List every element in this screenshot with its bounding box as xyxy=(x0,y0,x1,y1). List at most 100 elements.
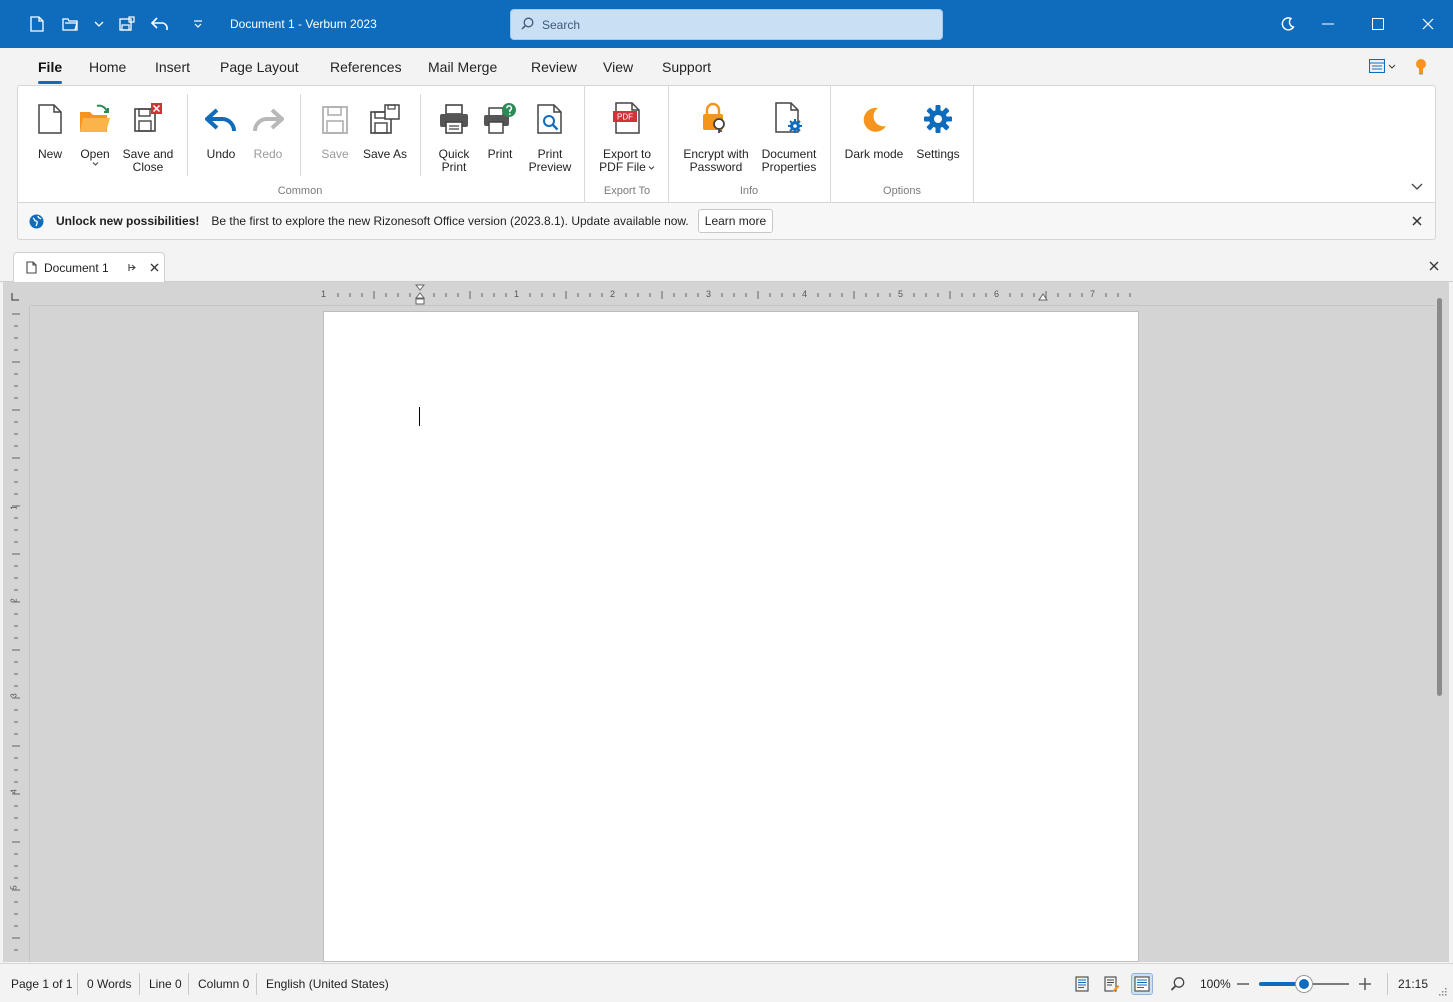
ruler-label: 4 xyxy=(9,789,19,794)
tab-insert[interactable]: Insert xyxy=(155,59,190,75)
document-page[interactable] xyxy=(323,311,1139,962)
dark-mode-button[interactable]: Dark mode xyxy=(842,98,906,161)
open-folder-icon xyxy=(80,104,110,132)
collapse-ribbon-icon[interactable] xyxy=(1411,179,1423,193)
ruler-label: 6 xyxy=(994,289,1000,299)
minimize-icon[interactable] xyxy=(1316,12,1340,36)
ribbon-layout-icon xyxy=(1369,59,1385,73)
document-settings-icon xyxy=(775,102,802,133)
ribbon-separator xyxy=(300,94,301,176)
close-notification-icon[interactable] xyxy=(1412,215,1422,229)
document-tab[interactable]: Document 1 xyxy=(13,252,165,282)
right-indent-marker-icon[interactable] xyxy=(1038,291,1048,301)
printer-icon xyxy=(440,104,468,134)
close-tab-icon[interactable] xyxy=(150,263,159,272)
new-document-icon xyxy=(38,104,62,134)
vertical-ruler-scale xyxy=(12,313,20,951)
vertical-scrollbar[interactable] xyxy=(1437,298,1442,696)
ruler-label: 5 xyxy=(898,289,904,299)
pin-icon[interactable] xyxy=(126,262,137,273)
status-bar: Page 1 of 1 0 Words Line 0 Column 0 Engl… xyxy=(0,963,1453,1002)
customize-quick-access-icon[interactable] xyxy=(186,12,210,36)
lock-key-icon xyxy=(703,102,725,133)
redo-button[interactable]: Redo xyxy=(250,98,286,161)
notification-message: Be the first to explore the new Rizoneso… xyxy=(211,214,689,228)
lightbulb-icon[interactable] xyxy=(1415,58,1427,78)
page-count: Page 1 of 1 xyxy=(11,977,73,991)
resize-grip-icon[interactable] xyxy=(1437,988,1447,998)
language-indicator[interactable]: English (United States) xyxy=(266,977,389,991)
document-properties-button[interactable]: Document Properties xyxy=(756,98,822,174)
redo-label: Redo xyxy=(253,147,283,161)
tab-view[interactable]: View xyxy=(603,59,633,75)
open-button[interactable]: Open xyxy=(76,98,114,166)
learn-more-button[interactable]: Learn more xyxy=(697,209,774,233)
chevron-down-icon[interactable] xyxy=(87,12,111,36)
dark-mode-toggle-icon[interactable] xyxy=(1276,12,1300,36)
save-as-icon xyxy=(370,104,400,134)
update-notification-bar: Unlock new possibilities! Be the first t… xyxy=(17,203,1436,240)
print-button[interactable]: Print xyxy=(482,98,518,161)
status-divider xyxy=(139,973,140,995)
open-label: Open xyxy=(80,147,110,161)
tab-support[interactable]: Support xyxy=(662,59,711,75)
group-separator xyxy=(830,86,831,202)
zoom-level[interactable]: 100% xyxy=(1200,977,1231,991)
open-folder-icon[interactable] xyxy=(58,12,82,36)
chevron-down-icon xyxy=(1388,64,1396,69)
tab-file[interactable]: File xyxy=(38,59,63,84)
ribbon-display-options-button[interactable] xyxy=(1369,59,1396,73)
save-as-button[interactable]: Save As xyxy=(362,98,408,161)
close-window-icon[interactable] xyxy=(1416,12,1440,36)
save-button[interactable]: Save xyxy=(317,98,353,161)
settings-button[interactable]: Settings xyxy=(910,98,966,161)
quick-print-button[interactable]: Quick Print xyxy=(434,98,474,174)
simple-view-icon[interactable] xyxy=(1131,973,1153,995)
ruler-label: 1 xyxy=(321,289,327,299)
vertical-ruler[interactable]: 1 2 3 4 5 xyxy=(3,306,30,962)
print-layout-view-icon[interactable] xyxy=(1071,973,1093,995)
ribbon-tabs: File Home Insert Page Layout References … xyxy=(0,48,1453,86)
tab-review[interactable]: Review xyxy=(531,59,577,75)
print-label: Print xyxy=(487,147,513,161)
notification-title: Unlock new possibilities! xyxy=(56,214,200,228)
search-input[interactable]: Search xyxy=(510,9,943,40)
zoom-dialog-icon[interactable] xyxy=(1167,973,1189,995)
new-button[interactable]: New xyxy=(32,98,68,161)
maximize-icon[interactable] xyxy=(1366,12,1390,36)
tab-mail-merge[interactable]: Mail Merge xyxy=(428,59,497,75)
draft-view-icon[interactable] xyxy=(1101,973,1123,995)
ruler-label: 1 xyxy=(9,505,19,510)
save-label: Save xyxy=(321,147,349,161)
ribbon-separator xyxy=(187,94,188,176)
group-separator xyxy=(973,86,974,202)
zoom-out-icon[interactable] xyxy=(1232,973,1254,995)
export-to-pdf-button[interactable]: PDF Export to PDF File xyxy=(596,98,658,174)
save-close-icon[interactable] xyxy=(115,12,139,36)
ruler-label: 1 xyxy=(514,289,520,299)
zoom-in-icon[interactable] xyxy=(1354,973,1376,995)
save-and-close-button[interactable]: Save and Close xyxy=(120,98,176,174)
status-divider xyxy=(77,973,78,995)
close-all-documents-icon[interactable] xyxy=(1429,260,1439,274)
undo-icon[interactable] xyxy=(148,12,172,36)
tab-home[interactable]: Home xyxy=(89,59,126,75)
new-label: New xyxy=(37,147,62,161)
indent-marker-icon[interactable] xyxy=(415,284,425,306)
encrypt-with-password-button[interactable]: Encrypt with Password xyxy=(680,98,752,174)
tab-stop-selector[interactable] xyxy=(3,284,30,306)
undo-button[interactable]: Undo xyxy=(202,98,240,161)
zoom-slider-thumb[interactable] xyxy=(1296,976,1312,992)
horizontal-ruler[interactable]: 1 1 2 3 4 5 6 7 xyxy=(30,284,1435,306)
save-and-close-label-line2: Close xyxy=(132,160,164,174)
export-pdf-label-line2: PDF File xyxy=(599,160,646,174)
tab-page-layout[interactable]: Page Layout xyxy=(220,59,299,75)
tab-references[interactable]: References xyxy=(330,59,402,75)
chevron-down-icon xyxy=(92,162,98,166)
window-title: Document 1 - Verbum 2023 xyxy=(230,17,377,31)
new-document-icon[interactable] xyxy=(25,12,49,36)
dark-mode-label: Dark mode xyxy=(844,147,904,161)
print-preview-button[interactable]: Print Preview xyxy=(526,98,574,174)
group-label-common: Common xyxy=(277,185,323,197)
document-icon xyxy=(26,261,37,274)
